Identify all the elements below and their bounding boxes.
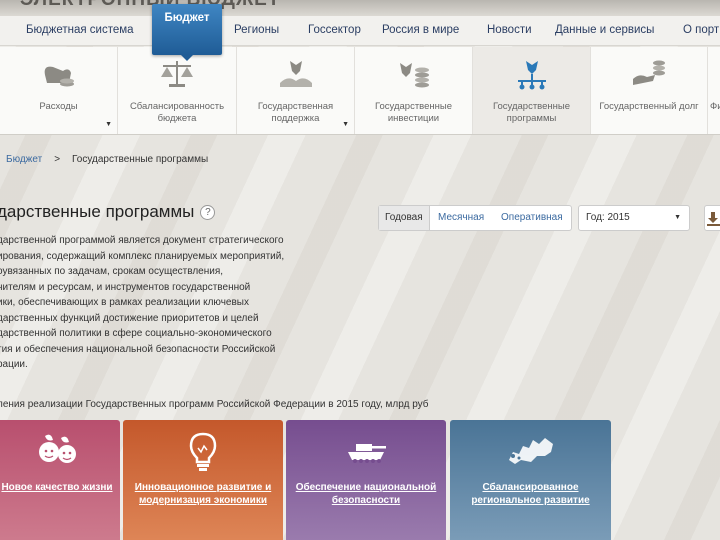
chevron-down-icon[interactable]: ▼ <box>105 121 112 128</box>
site-title[interactable]: ЭЛЕКТРОННЫЙ БЮДЖЕТ <box>20 0 280 11</box>
program-card-regional[interactable]: Сбалансированное региональное развитие <box>450 420 611 540</box>
year-select-value: Год: 2015 <box>586 212 630 223</box>
description-line: оувязанных по задачам, срокам осуществле… <box>0 266 224 277</box>
card-title: Инновационное развитие и модернизация эк… <box>134 482 272 506</box>
period-annual[interactable]: Годовая <box>379 206 430 230</box>
subnav-label: Фи <box>710 101 720 112</box>
subnav-label: Сбаланси­рованность бюджета <box>129 101 225 124</box>
subnav-item-debt[interactable]: Государственный долг <box>591 47 708 134</box>
subnav-item-balance[interactable]: Сбаланси­рованность бюджета <box>118 47 237 134</box>
site-header: ЭЛЕКТРОННЫЙ БЮДЖЕТ <box>0 0 720 16</box>
program-card-security[interactable]: Обеспечение национальной безопасности <box>286 420 446 540</box>
eagle-hands-icon <box>279 61 312 87</box>
program-card-innovation[interactable]: Инновационное развитие и модернизация эк… <box>123 420 283 540</box>
subnav-label: Государственная поддержка <box>257 101 334 124</box>
budget-subnav: Расходы ▼ Сбаланси­рованность бюджета Го… <box>0 47 720 135</box>
hand-coins-icon <box>633 60 665 85</box>
description-line: ирования, содержащий комплекс планируемы… <box>0 250 285 262</box>
download-button[interactable] <box>704 205 720 231</box>
chevron-down-icon[interactable]: ▼ <box>342 121 349 128</box>
period-switch: Годовая Месячная Оперативная <box>378 205 572 231</box>
card-title: Обеспечение национальной безопасности <box>295 482 437 506</box>
nav-item-budget-system[interactable]: Бюджетная система <box>26 24 134 36</box>
nav-item-regions[interactable]: Регионы <box>234 24 279 36</box>
card-title: Новое качество жизни <box>1 482 113 493</box>
main-nav: Бюджетная система Регионы Госсектор Росс… <box>0 16 720 46</box>
nav-item-budget-active[interactable]: Бюджет <box>152 4 222 61</box>
tank-icon <box>348 444 386 463</box>
nav-item-about[interactable]: О порт <box>683 24 719 36</box>
description-line: дарственных функций достижение приоритет… <box>0 312 259 324</box>
period-monthly[interactable]: Месячная <box>432 206 490 230</box>
subnav-label: Расходы <box>39 101 78 112</box>
breadcrumb-current: Государственные программы <box>72 154 209 165</box>
subnav-item-finance[interactable]: Фи <box>708 47 720 134</box>
lightbulb-icon <box>189 432 217 471</box>
year-select[interactable]: Год: 2015 ▼ <box>578 205 690 231</box>
nav-item-news[interactable]: Новости <box>487 24 532 36</box>
subnav-item-support[interactable]: Государственная поддержка ▼ <box>237 47 355 134</box>
nav-item-russia-world[interactable]: Россия в мире <box>382 24 459 36</box>
subnav-item-investments[interactable]: Государственные инвестиции <box>355 47 473 134</box>
eagle-network-icon <box>517 61 546 90</box>
description-line: ики, обеспечивающих в рамках реализации … <box>0 297 249 308</box>
children-icon <box>39 434 76 463</box>
page-title: дарственные программы? <box>0 202 216 222</box>
breadcrumb-root[interactable]: Бюджет <box>6 154 42 165</box>
period-operational[interactable]: Оперативная <box>495 206 569 230</box>
cards-caption: ления реализации Государственных програм… <box>0 399 429 410</box>
subnav-item-expenses[interactable]: Расходы ▼ <box>0 47 118 134</box>
description-line: дарственной программой является документ… <box>0 235 284 246</box>
program-card-quality-of-life[interactable]: Новое качество жизни <box>0 420 120 540</box>
scales-icon <box>161 61 193 87</box>
subnav-label: Государственные инвестиции <box>374 101 453 124</box>
subnav-label: Государственные программы <box>492 101 571 124</box>
description-line: тия и обеспечения национальной безопасно… <box>0 343 276 355</box>
download-icon <box>707 212 720 226</box>
bag-coins-icon <box>44 66 74 87</box>
chevron-down-icon: ▼ <box>674 214 681 221</box>
breadcrumb: Бюджет > Государственные программы <box>6 154 208 165</box>
card-title: Сбалансированное региональное развитие <box>471 482 590 506</box>
breadcrumb-separator: > <box>54 154 61 165</box>
description-line: дарственной политики в сфере социально-э… <box>0 328 272 339</box>
subnav-item-programs[interactable]: Государственные программы <box>473 47 591 134</box>
nav-item-public-sector[interactable]: Госсектор <box>308 24 361 36</box>
description-line: нителям и ресурсам, и инструментов госуд… <box>0 281 251 293</box>
subnav-label: Государственный долг <box>599 101 699 112</box>
eagle-coins-icon <box>399 63 429 88</box>
program-description: дарственной программой является документ… <box>0 233 327 373</box>
page-title-text: дарственные программы <box>0 202 195 221</box>
russia-map-icon <box>508 438 553 464</box>
help-icon[interactable]: ? <box>200 205 216 220</box>
description-line: рации. <box>0 359 28 370</box>
nav-item-data-services[interactable]: Данные и сервисы <box>555 24 654 36</box>
